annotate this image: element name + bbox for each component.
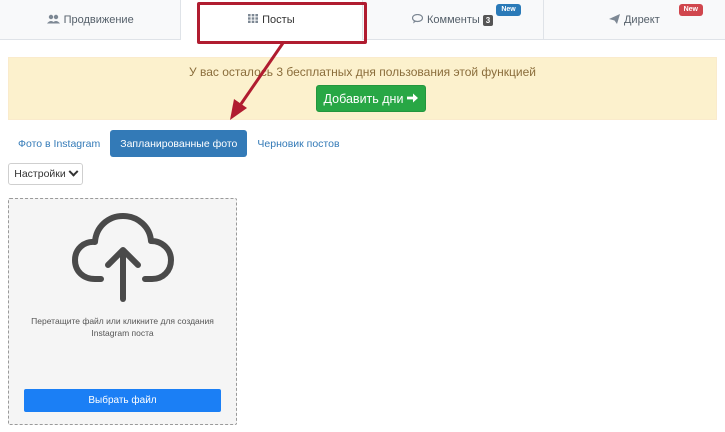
new-badge-direct: New <box>678 4 703 16</box>
tab-direct-label: Директ <box>623 14 660 26</box>
grid-icon <box>248 14 259 26</box>
paper-plane-icon <box>608 13 620 27</box>
users-icon <box>46 14 60 27</box>
comment-icon <box>411 13 424 27</box>
cloud-upload-icon <box>72 213 174 302</box>
upload-dropzone[interactable]: Перетащите файл или кликните для создани… <box>8 198 237 425</box>
trial-alert-text: У вас осталось 3 бесплатных дня пользова… <box>189 65 536 79</box>
subtab-post-drafts[interactable]: Черновик постов <box>247 130 349 157</box>
tab-promotion[interactable]: Продвижение <box>0 0 182 40</box>
settings-dropdown-label: Настройки <box>14 168 66 180</box>
tab-direct[interactable]: Директ New <box>544 0 725 40</box>
trial-alert: У вас осталось 3 бесплатных дня пользова… <box>8 57 717 120</box>
subtab-scheduled-photos[interactable]: Запланированные фото <box>110 130 248 157</box>
tab-promotion-label: Продвижение <box>63 14 134 26</box>
arrow-right-icon <box>407 92 419 106</box>
top-nav: Продвижение Посты Комменты 3 New Директ … <box>0 0 725 40</box>
comments-count-badge: 3 <box>482 14 494 26</box>
tab-posts-label: Посты <box>262 14 295 26</box>
add-days-button[interactable]: Добавить дни <box>316 85 426 112</box>
tab-posts[interactable]: Посты <box>181 0 363 40</box>
subtab-instagram-photos[interactable]: Фото в Instagram <box>8 130 110 157</box>
tab-comments[interactable]: Комменты 3 New <box>363 0 544 40</box>
choose-file-button[interactable]: Выбрать файл <box>24 389 221 412</box>
add-days-button-label: Добавить дни <box>323 91 404 106</box>
settings-dropdown[interactable]: Настройки <box>8 163 83 185</box>
tab-comments-label: Комменты <box>427 14 480 26</box>
new-badge-comments: New <box>496 4 521 16</box>
chevron-down-icon <box>68 166 79 177</box>
posts-subtabs: Фото в Instagram Запланированные фото Че… <box>8 130 350 157</box>
upload-instructions: Перетащите файл или кликните для создани… <box>31 316 214 338</box>
